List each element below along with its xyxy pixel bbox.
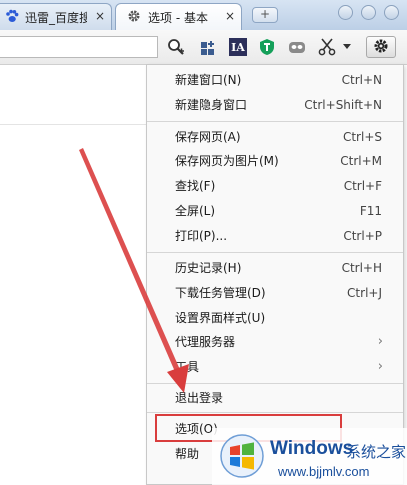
windows-logo-icon bbox=[220, 434, 264, 478]
watermark: Windows 系统之家 www.bjjmlv.com bbox=[212, 428, 407, 485]
watermark-site-name: 系统之家 bbox=[346, 443, 407, 461]
watermark-url: www.bjjmlv.com bbox=[278, 464, 370, 479]
annotation-arrow bbox=[79, 148, 189, 393]
watermark-brand: Windows bbox=[270, 438, 354, 459]
